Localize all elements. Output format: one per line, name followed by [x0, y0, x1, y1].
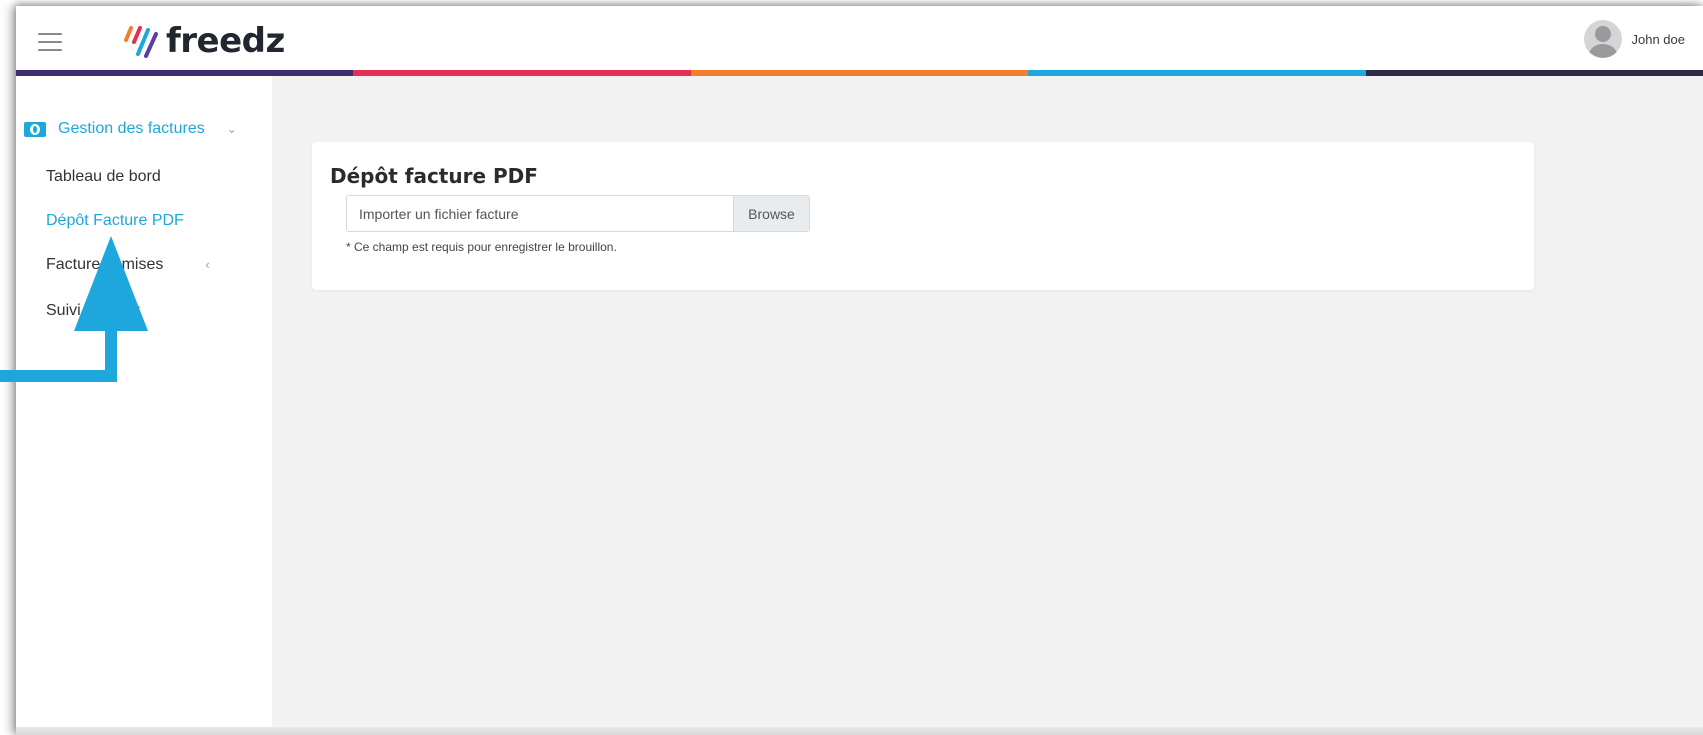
sidebar-item-label: Factures émises [46, 256, 164, 273]
sidebar-item-flow-tracking[interactable]: Suivi des flux [46, 302, 140, 320]
avatar [1583, 20, 1622, 58]
sidebar-item-label: Tableau de bord [46, 168, 161, 185]
top-header: freedz John doe [16, 6, 1703, 76]
chevron-down-icon: ⌄ [226, 122, 237, 136]
browse-button[interactable]: Browse [733, 196, 809, 231]
sidebar-item-pdf-upload[interactable]: Dépôt Facture PDF [46, 212, 184, 230]
page-title: Dépôt facture PDF [330, 164, 538, 188]
sidebar-item-label: Dépôt Facture PDF [46, 212, 184, 229]
freedz-logo-icon [124, 26, 158, 58]
brand-name: freedz [166, 21, 285, 61]
sidebar-group-invoices[interactable]: Gestion des factures ⌄ [24, 120, 237, 138]
sidebar-item-issued-invoices[interactable]: Factures émises ‹ [46, 256, 210, 274]
bottom-edge [16, 727, 1703, 735]
sidebar-group-label: Gestion des factures [58, 120, 205, 137]
user-menu[interactable]: John doe [1583, 20, 1686, 58]
logo[interactable]: freedz [120, 20, 285, 62]
app-window: freedz John doe Gestion des factures ⌄ T… [16, 6, 1703, 735]
sidebar-item-label: Suivi des flux [46, 302, 141, 319]
upload-card: Dépôt facture PDF Importer un fichier fa… [312, 142, 1534, 290]
sidebar-item-dashboard[interactable]: Tableau de bord [46, 168, 161, 186]
file-upload-input[interactable]: Importer un fichier facture Browse [346, 195, 810, 232]
user-name: John doe [1631, 31, 1686, 47]
chevron-left-icon: ‹ [205, 257, 210, 272]
help-text: * Ce champ est requis pour enregistrer l… [346, 240, 617, 254]
file-placeholder: Importer un fichier facture [359, 206, 519, 222]
menu-icon[interactable] [38, 33, 62, 51]
money-icon [24, 121, 46, 137]
sidebar: Gestion des factures ⌄ Tableau de bord D… [16, 76, 272, 735]
